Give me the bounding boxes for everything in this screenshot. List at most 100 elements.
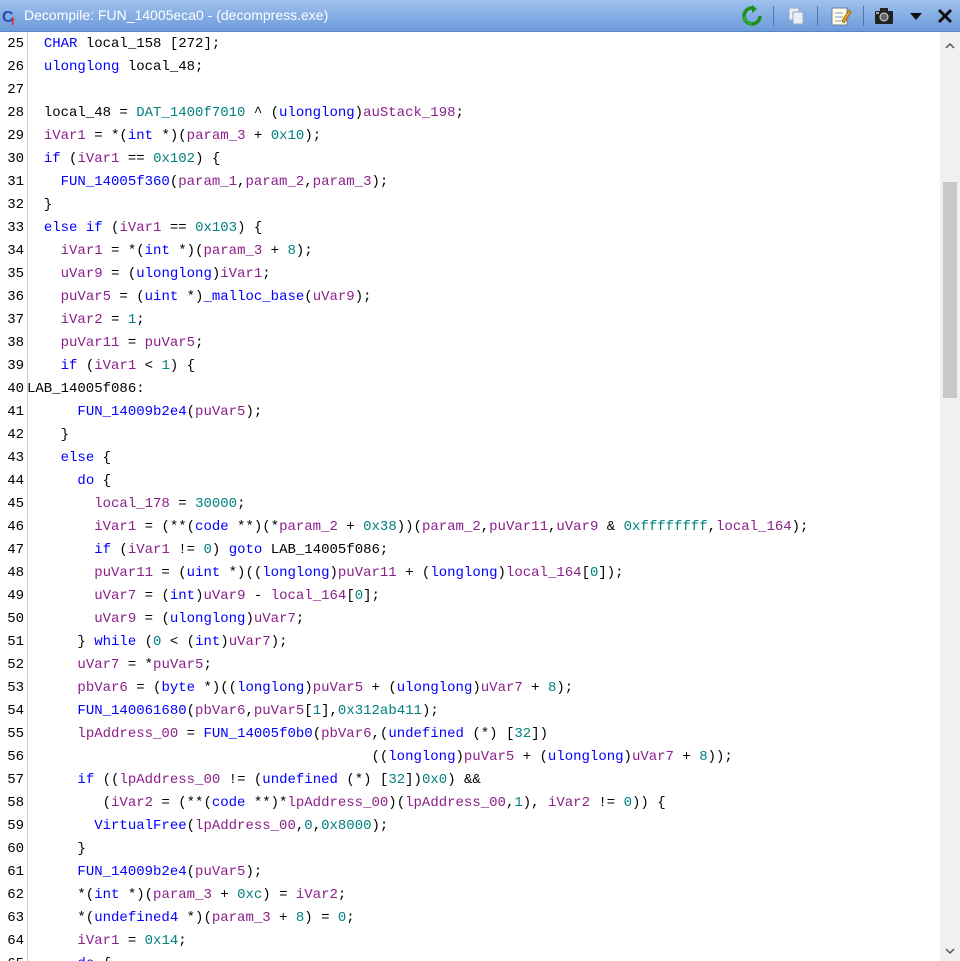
code-line[interactable]: 64 iVar1 = 0x14;: [0, 930, 940, 953]
code-line[interactable]: 63 *(undefined4 *)(param_3 + 8) = 0;: [0, 907, 940, 930]
code-text[interactable]: lpAddress_00 = FUN_14005f0b0(pbVar6,(und…: [27, 723, 548, 746]
code-text[interactable]: if (iVar1 == 0x102) {: [27, 148, 220, 171]
code-text[interactable]: }: [27, 838, 85, 861]
code-text[interactable]: FUN_14009b2e4(puVar5);: [27, 401, 262, 424]
code-token: 0: [354, 588, 364, 604]
code-text[interactable]: iVar1 = 0x14;: [27, 930, 186, 953]
code-text[interactable]: iVar1 = *(int *)(param_3 + 0x10);: [27, 125, 321, 148]
code-text[interactable]: iVar1 = (**(code **)(*param_2 + 0x38))(p…: [27, 516, 808, 539]
code-line[interactable]: 31 FUN_14005f360(param_1,param_2,param_3…: [0, 171, 940, 194]
refresh-button[interactable]: [740, 4, 764, 28]
code-line[interactable]: 61 FUN_14009b2e4(puVar5);: [0, 861, 940, 884]
code-line[interactable]: 33 else if (iVar1 == 0x103) {: [0, 217, 940, 240]
vertical-scrollbar[interactable]: [940, 32, 960, 961]
code-line[interactable]: 42 }: [0, 424, 940, 447]
code-token: !=: [589, 795, 624, 811]
code-text[interactable]: uVar9 = (ulonglong)iVar1;: [27, 263, 271, 286]
code-line[interactable]: 45 local_178 = 30000;: [0, 493, 940, 516]
snapshot-button[interactable]: [872, 4, 896, 28]
code-line[interactable]: 38 puVar11 = puVar5;: [0, 332, 940, 355]
code-text[interactable]: FUN_14009b2e4(puVar5);: [27, 861, 262, 884]
code-text[interactable]: } while (0 < (int)uVar7);: [27, 631, 287, 654]
edit-button[interactable]: [829, 4, 853, 28]
code-line[interactable]: 26 ulonglong local_48;: [0, 56, 940, 79]
code-line[interactable]: 56 ((longlong)puVar5 + (ulonglong)uVar7 …: [0, 746, 940, 769]
code-text[interactable]: local_178 = 30000;: [27, 493, 245, 516]
code-text[interactable]: do {: [27, 470, 111, 493]
code-text[interactable]: else {: [27, 447, 111, 470]
code-line[interactable]: 50 uVar9 = (ulonglong)uVar7;: [0, 608, 940, 631]
code-line[interactable]: 34 iVar1 = *(int *)(param_3 + 8);: [0, 240, 940, 263]
code-text[interactable]: iVar1 = *(int *)(param_3 + 8);: [27, 240, 313, 263]
code-line[interactable]: 32 }: [0, 194, 940, 217]
code-text[interactable]: puVar11 = (uint *)((longlong)puVar11 + (…: [27, 562, 623, 585]
code-text[interactable]: puVar11 = puVar5;: [27, 332, 204, 355]
code-text[interactable]: FUN_14005f360(param_1,param_2,param_3);: [27, 171, 389, 194]
code-text[interactable]: LAB_14005f086:: [27, 378, 145, 401]
code-line[interactable]: 41 FUN_14009b2e4(puVar5);: [0, 401, 940, 424]
code-line[interactable]: 65 do {: [0, 953, 940, 961]
code-line[interactable]: 29 iVar1 = *(int *)(param_3 + 0x10);: [0, 125, 940, 148]
code-line[interactable]: 40 LAB_14005f086:: [0, 378, 940, 401]
code-line[interactable]: 49 uVar7 = (int)uVar9 - local_164[0];: [0, 585, 940, 608]
code-line[interactable]: 62 *(int *)(param_3 + 0xc) = iVar2;: [0, 884, 940, 907]
code-line[interactable]: 43 else {: [0, 447, 940, 470]
code-line[interactable]: 47 if (iVar1 != 0) goto LAB_14005f086;: [0, 539, 940, 562]
code-line[interactable]: 46 iVar1 = (**(code **)(*param_2 + 0x38)…: [0, 516, 940, 539]
code-text[interactable]: (iVar2 = (**(code **)*lpAddress_00)(lpAd…: [27, 792, 666, 815]
code-line[interactable]: 35 uVar9 = (ulonglong)iVar1;: [0, 263, 940, 286]
code-line[interactable]: 59 VirtualFree(lpAddress_00,0,0x8000);: [0, 815, 940, 838]
code-text[interactable]: pbVar6 = (byte *)((longlong)puVar5 + (ul…: [27, 677, 573, 700]
code-line[interactable]: 58 (iVar2 = (**(code **)*lpAddress_00)(l…: [0, 792, 940, 815]
code-line[interactable]: 30 if (iVar1 == 0x102) {: [0, 148, 940, 171]
copy-button[interactable]: [784, 4, 808, 28]
scrollbar-thumb[interactable]: [943, 182, 957, 398]
code-text[interactable]: if (iVar1 < 1) {: [27, 355, 195, 378]
code-text[interactable]: }: [27, 194, 52, 217]
code-token: param_1: [178, 174, 238, 190]
code-line[interactable]: 57 if ((lpAddress_00 != (undefined (*) […: [0, 769, 940, 792]
code-text[interactable]: uVar7 = *puVar5;: [27, 654, 211, 677]
line-number: 27: [7, 82, 24, 98]
scroll-up-icon[interactable]: [944, 40, 956, 52]
code-line[interactable]: 44 do {: [0, 470, 940, 493]
code-token: +: [522, 680, 548, 696]
code-line[interactable]: 27: [0, 79, 940, 102]
code-text[interactable]: ulonglong local_48;: [27, 56, 204, 79]
code-text[interactable]: *(int *)(param_3 + 0xc) = iVar2;: [27, 884, 346, 907]
code-text[interactable]: VirtualFree(lpAddress_00,0,0x8000);: [27, 815, 388, 838]
code-line[interactable]: 54 FUN_140061680(pbVar6,puVar5[1],0x312a…: [0, 700, 940, 723]
code-text[interactable]: if ((lpAddress_00 != (undefined (*) [32]…: [27, 769, 480, 792]
code-line[interactable]: 36 puVar5 = (uint *)_malloc_base(uVar9);: [0, 286, 940, 309]
code-text[interactable]: do {: [27, 953, 111, 961]
code-editor[interactable]: 25 CHAR local_158 [272]; 26 ulonglong loc…: [0, 32, 940, 961]
code-line[interactable]: 37 iVar2 = 1;: [0, 309, 940, 332]
code-line[interactable]: 28 local_48 = DAT_1400f7010 ^ (ulonglong…: [0, 102, 940, 125]
code-line[interactable]: 25 CHAR local_158 [272];: [0, 33, 940, 56]
scroll-down-icon[interactable]: [944, 945, 956, 957]
code-line[interactable]: 53 pbVar6 = (byte *)((longlong)puVar5 + …: [0, 677, 940, 700]
dropdown-button[interactable]: [904, 4, 928, 28]
code-line[interactable]: 52 uVar7 = *puVar5;: [0, 654, 940, 677]
code-line[interactable]: 51 } while (0 < (int)uVar7);: [0, 631, 940, 654]
code-line[interactable]: 55 lpAddress_00 = FUN_14005f0b0(pbVar6,(…: [0, 723, 940, 746]
code-text[interactable]: }: [27, 424, 69, 447]
code-line[interactable]: 60 }: [0, 838, 940, 861]
code-text[interactable]: CHAR local_158 [272];: [27, 33, 220, 56]
code-token: *)(: [169, 243, 204, 259]
code-text[interactable]: iVar2 = 1;: [27, 309, 145, 332]
code-text[interactable]: puVar5 = (uint *)_malloc_base(uVar9);: [27, 286, 372, 309]
code-text[interactable]: uVar9 = (ulonglong)uVar7;: [27, 608, 304, 631]
code-text[interactable]: ((longlong)puVar5 + (ulonglong)uVar7 + 8…: [27, 746, 732, 769]
code-text[interactable]: local_48 = DAT_1400f7010 ^ (ulonglong)au…: [27, 102, 464, 125]
code-text[interactable]: uVar7 = (int)uVar9 - local_164[0];: [27, 585, 380, 608]
line-number: 44: [7, 473, 24, 489]
code-line[interactable]: 39 if (iVar1 < 1) {: [0, 355, 940, 378]
code-text[interactable]: FUN_140061680(pbVar6,puVar5[1],0x312ab41…: [27, 700, 438, 723]
close-button[interactable]: [933, 4, 957, 28]
code-text[interactable]: if (iVar1 != 0) goto LAB_14005f086;: [27, 539, 388, 562]
code-text[interactable]: *(undefined4 *)(param_3 + 8) = 0;: [27, 907, 354, 930]
code-token: = (: [127, 680, 162, 696]
code-line[interactable]: 48 puVar11 = (uint *)((longlong)puVar11 …: [0, 562, 940, 585]
code-text[interactable]: else if (iVar1 == 0x103) {: [27, 217, 262, 240]
